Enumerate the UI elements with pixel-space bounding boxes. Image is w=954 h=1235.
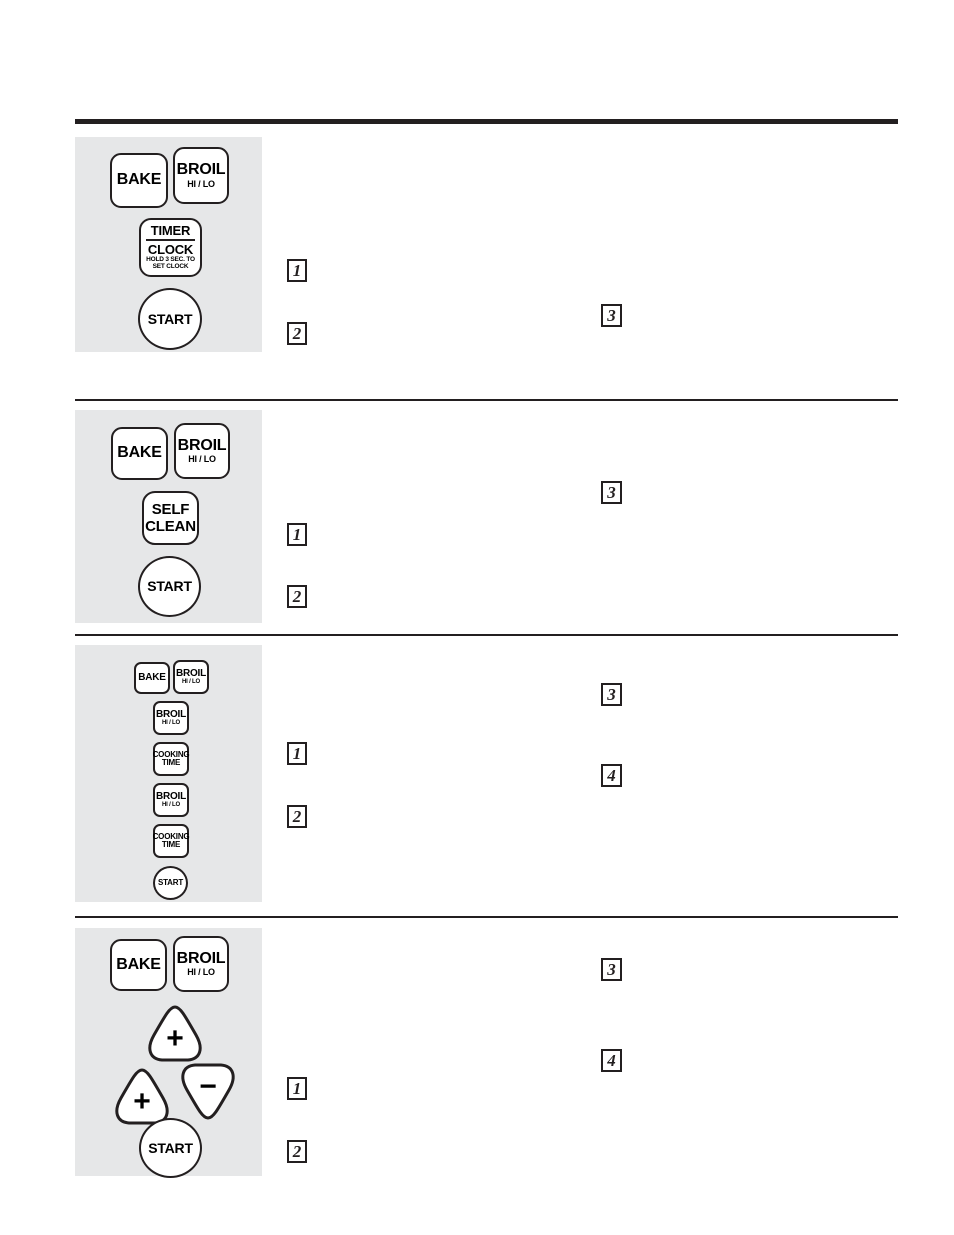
cooking-time-key-2-label2: TIME bbox=[161, 840, 181, 849]
clock-key-label: CLOCK bbox=[147, 241, 194, 257]
broil-key-sublabel: HI / LO bbox=[187, 178, 215, 189]
step-marker-3: 3 bbox=[601, 304, 622, 327]
manual-page: BAKE BROIL HI / LO TIMER CLOCK HOLD 3 SE… bbox=[0, 0, 954, 1235]
broil-key-sublabel: HI / LO bbox=[182, 679, 200, 686]
bake-key-label: BAKE bbox=[116, 171, 162, 189]
broil-key-3-sublabel: HI / LO bbox=[162, 802, 180, 809]
start-key[interactable]: START bbox=[138, 288, 202, 350]
bake-key[interactable]: BAKE bbox=[110, 153, 168, 208]
self-key-label: SELF bbox=[151, 501, 190, 519]
broil-key-label: BROIL bbox=[176, 949, 226, 967]
broil-key-sublabel: HI / LO bbox=[187, 967, 215, 978]
broil-key-label: BROIL bbox=[176, 161, 226, 179]
start-key-label: START bbox=[148, 1139, 193, 1156]
plus-key-2[interactable]: + bbox=[111, 1068, 173, 1125]
start-key[interactable]: START bbox=[139, 1118, 202, 1178]
bake-key-label: BAKE bbox=[116, 955, 161, 973]
control-panel-timed-baking: BAKE BROIL HI / LO BROIL HI / LO COOKING… bbox=[75, 645, 262, 902]
start-key-label: START bbox=[147, 578, 192, 595]
step-marker-3: 3 bbox=[601, 481, 622, 504]
control-panel-delay-start: BAKE BROIL HI / LO + + − START bbox=[75, 928, 262, 1178]
cooking-time-key[interactable]: COOKING TIME bbox=[153, 742, 190, 776]
timer-key-label: TIMER bbox=[145, 224, 196, 241]
broil-key-2-label: BROIL bbox=[155, 708, 187, 720]
step-marker-4: 4 bbox=[601, 764, 622, 787]
step-marker-2: 2 bbox=[287, 585, 307, 608]
step-marker-2: 2 bbox=[287, 1140, 307, 1163]
minus-key-glyph: − bbox=[199, 1070, 217, 1103]
control-panel-self-clean: BAKE BROIL HI / LO SELF CLEAN START bbox=[75, 410, 262, 623]
plus-key-2-glyph: + bbox=[133, 1084, 151, 1118]
bake-key-label: BAKE bbox=[138, 671, 166, 683]
timer-key-hint-line2: SET CLOCK bbox=[152, 263, 189, 270]
broil-hi-lo-key[interactable]: BROIL HI / LO bbox=[173, 147, 229, 204]
broil-hi-lo-key[interactable]: BROIL HI / LO bbox=[173, 936, 229, 992]
section-divider-3 bbox=[75, 916, 898, 918]
start-key[interactable]: START bbox=[153, 866, 188, 900]
self-clean-key[interactable]: SELF CLEAN bbox=[142, 491, 199, 545]
plus-key-glyph: + bbox=[166, 1021, 184, 1055]
section-divider-top bbox=[75, 119, 898, 124]
cooking-time-key-label2: TIME bbox=[161, 758, 181, 767]
step-marker-4: 4 bbox=[601, 1049, 622, 1072]
timer-clock-key[interactable]: TIMER CLOCK HOLD 3 SEC. TO SET CLOCK bbox=[139, 218, 202, 277]
broil-key-3-label: BROIL bbox=[155, 790, 187, 802]
broil-key-label: BROIL bbox=[177, 436, 227, 454]
broil-key-sublabel: HI / LO bbox=[188, 454, 216, 465]
bake-key[interactable]: BAKE bbox=[111, 427, 168, 480]
broil-key-2-sublabel: HI / LO bbox=[162, 720, 180, 727]
clean-key-label: CLEAN bbox=[145, 517, 196, 535]
step-marker-2: 2 bbox=[287, 805, 307, 828]
bake-key[interactable]: BAKE bbox=[134, 662, 170, 694]
bake-key[interactable]: BAKE bbox=[110, 939, 167, 991]
step-marker-2: 2 bbox=[287, 322, 307, 345]
start-key-label: START bbox=[157, 877, 184, 887]
broil-hi-lo-key-3[interactable]: BROIL HI / LO bbox=[153, 783, 189, 817]
step-marker-1: 1 bbox=[287, 1077, 307, 1100]
section-divider-2 bbox=[75, 634, 898, 636]
step-marker-1: 1 bbox=[287, 742, 307, 765]
step-marker-1: 1 bbox=[287, 259, 307, 282]
broil-hi-lo-key[interactable]: BROIL HI / LO bbox=[174, 423, 230, 479]
section-divider-1 bbox=[75, 399, 898, 401]
step-marker-3: 3 bbox=[601, 683, 622, 706]
start-key[interactable]: START bbox=[138, 556, 201, 617]
start-key-label: START bbox=[147, 310, 193, 327]
bake-key-label: BAKE bbox=[117, 444, 162, 462]
cooking-time-key-2[interactable]: COOKING TIME bbox=[153, 824, 190, 858]
minus-key[interactable]: − bbox=[178, 1062, 238, 1120]
step-marker-1: 1 bbox=[287, 523, 307, 546]
control-panel-set-clock: BAKE BROIL HI / LO TIMER CLOCK HOLD 3 SE… bbox=[75, 137, 262, 352]
broil-hi-lo-key[interactable]: BROIL HI / LO bbox=[173, 660, 209, 694]
plus-key[interactable]: + bbox=[144, 1005, 206, 1062]
step-marker-3: 3 bbox=[601, 958, 622, 981]
broil-hi-lo-key-2[interactable]: BROIL HI / LO bbox=[153, 701, 189, 735]
broil-key-label: BROIL bbox=[175, 667, 207, 679]
